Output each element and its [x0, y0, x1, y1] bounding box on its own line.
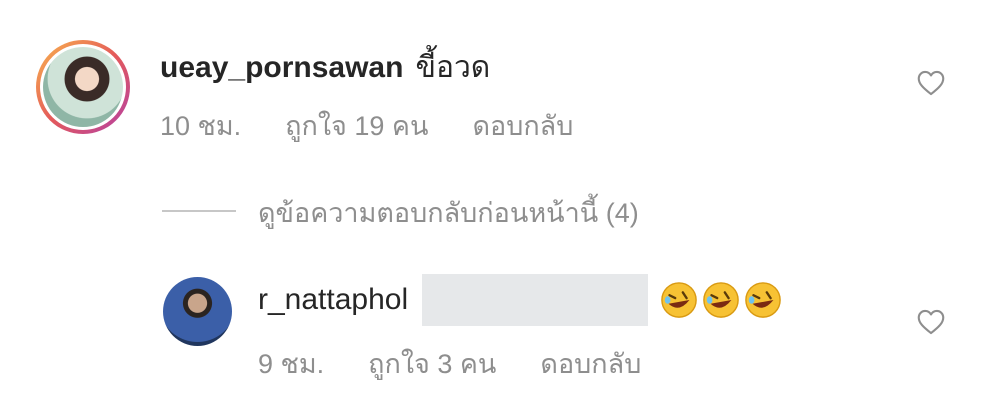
reply-heart-icon[interactable] [917, 309, 945, 335]
avatar-ring-inner [40, 44, 126, 130]
avatar-photo [43, 47, 123, 127]
comment-username[interactable]: ueay_pornsawan [160, 51, 403, 85]
replies-divider [162, 210, 236, 212]
comment-text: ขี้อวด [415, 51, 491, 84]
comment-heart-icon[interactable] [917, 70, 945, 96]
commenter-avatar[interactable] [36, 40, 130, 134]
reply-reply-button[interactable]: ดอบกลับ [540, 342, 641, 385]
comment-reply-button[interactable]: ดอบกลับ [472, 104, 573, 147]
comment-line: ueay_pornsawan ขี้อวด [160, 44, 490, 91]
rolling-laughing-emoji-icon [745, 282, 781, 318]
reply-avatar[interactable] [163, 277, 232, 346]
reply-time: 9 ชม. [258, 349, 325, 379]
rolling-laughing-emoji-icon [703, 282, 739, 318]
comment-likes[interactable]: ถูกใจ 19 คน [285, 104, 428, 147]
reply-line: r_nattaphol [258, 274, 786, 326]
view-previous-replies-link[interactable]: ดูข้อความตอบกลับก่อนหน้านี้ (4) [258, 191, 639, 234]
reply-emojis [660, 281, 786, 319]
reply-likes[interactable]: ถูกใจ 3 คน [368, 342, 496, 385]
reply-meta: 9 ชม. ถูกใจ 3 คน ดอบกลับ [258, 342, 641, 385]
comment-time: 10 ชม. [160, 111, 242, 141]
redacted-text-block [422, 274, 649, 326]
reply-username[interactable]: r_nattaphol [258, 283, 408, 317]
comment-thread: ueay_pornsawan ขี้อวด 10 ชม. ถูกใจ 19 คน… [0, 0, 1000, 413]
rolling-laughing-emoji-icon [661, 282, 697, 318]
comment-meta: 10 ชม. ถูกใจ 19 คน ดอบกลับ [160, 104, 573, 147]
